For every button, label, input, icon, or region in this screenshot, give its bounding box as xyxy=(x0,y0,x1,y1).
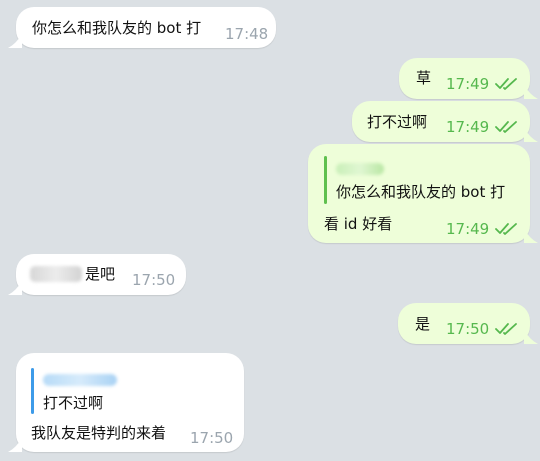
reply-quote-text: 打不过啊 xyxy=(43,394,104,412)
double-check-icon xyxy=(495,223,517,235)
reply-bar xyxy=(324,156,327,204)
message-text: 是 xyxy=(415,315,431,333)
reply-bar xyxy=(31,368,34,414)
message-bubble-outgoing[interactable]: 你怎么和我队友的 bot 打 看 id 好看 17:49 xyxy=(308,144,538,243)
message-text: 你怎么和我队友的 bot 打 xyxy=(32,19,202,37)
message-time: 17:49 xyxy=(446,75,490,93)
message-bubble-incoming[interactable]: 打不过啊 我队友是特判的来着 17:50 xyxy=(8,353,244,452)
message-bubble-incoming[interactable]: 是吧 17:50 xyxy=(8,254,186,295)
message-text: 是吧 xyxy=(85,265,116,283)
bubble-tail xyxy=(524,85,538,99)
message-bubble-outgoing[interactable]: 打不过啊 17:49 xyxy=(352,101,538,142)
message-bubble-incoming[interactable]: 你怎么和我队友的 bot 打 17:48 xyxy=(8,7,276,48)
double-check-icon xyxy=(495,121,517,133)
message-time: 17:50 xyxy=(190,429,234,447)
message-time: 17:50 xyxy=(446,320,490,338)
message-text: 打不过啊 xyxy=(367,113,428,131)
message-text: 草 xyxy=(416,69,432,87)
bubble-tail xyxy=(524,128,538,142)
bubble-tail xyxy=(524,229,538,243)
reply-quote[interactable]: 你怎么和我队友的 bot 打 xyxy=(324,156,520,206)
message-text: 看 id 好看 xyxy=(324,215,393,233)
bubble-tail xyxy=(8,281,22,295)
message-time: 17:49 xyxy=(446,220,490,238)
reply-quote[interactable]: 打不过啊 xyxy=(31,368,231,418)
redacted-name xyxy=(30,266,82,282)
message-time: 17:49 xyxy=(446,118,490,136)
message-time: 17:48 xyxy=(225,25,269,43)
reply-sender-name xyxy=(336,163,384,175)
reply-quote-text: 你怎么和我队友的 bot 打 xyxy=(336,183,506,201)
bubble-tail xyxy=(8,438,22,452)
message-bubble-outgoing[interactable]: 草 17:49 xyxy=(399,58,538,99)
bubble-tail xyxy=(524,330,538,344)
reply-sender-name xyxy=(43,374,117,386)
message-bubble-outgoing[interactable]: 是 17:50 xyxy=(398,303,538,344)
double-check-icon xyxy=(495,323,517,335)
message-time: 17:50 xyxy=(132,271,176,289)
bubble-tail xyxy=(8,34,22,48)
message-text: 我队友是特判的来着 xyxy=(31,424,167,442)
double-check-icon xyxy=(495,78,517,90)
